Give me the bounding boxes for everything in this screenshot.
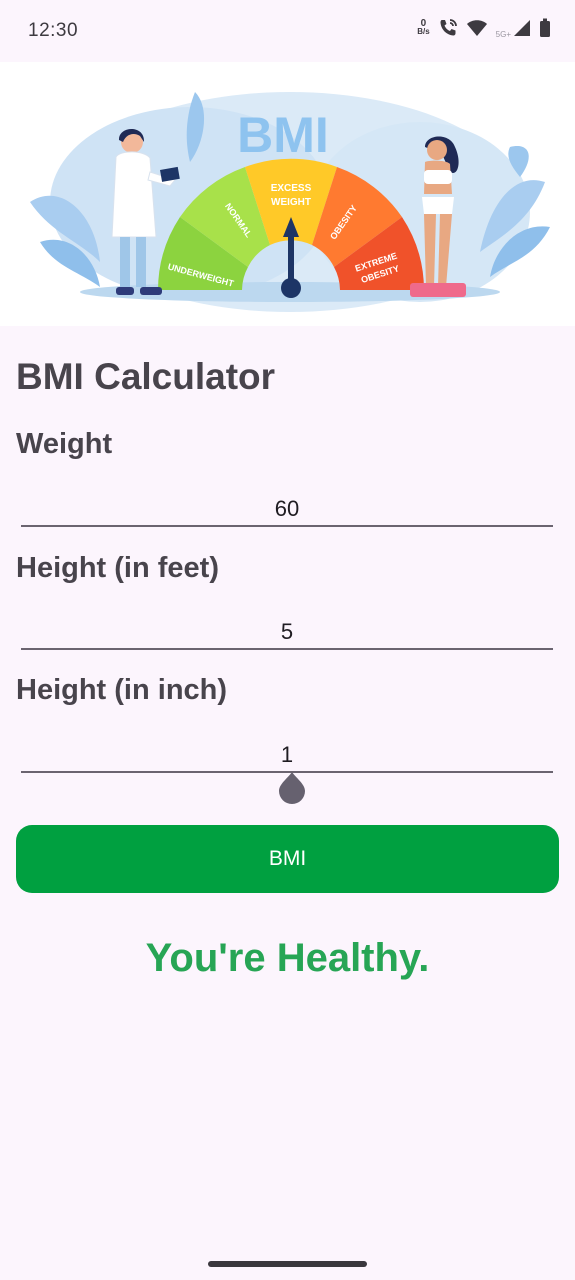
- cellular-signal-icon: [514, 20, 530, 36]
- height-inch-input[interactable]: [21, 733, 553, 771]
- gauge-label-excess-2: WEIGHT: [271, 197, 311, 208]
- page-title: BMI Calculator: [16, 356, 276, 397]
- height-inch-field[interactable]: [21, 733, 553, 773]
- bmi-banner-illustration: BMI UNDERWEIGHT NORMAL EXCESS WEIGHT OBE…: [0, 62, 575, 326]
- battery-icon: [540, 18, 550, 37]
- network-speed-indicator: 0 B/s: [417, 18, 430, 36]
- status-bar: 12:30 0 B/s 5G+: [0, 0, 575, 62]
- height-inch-label: Height (in inch): [16, 674, 228, 706]
- status-icons: 0 B/s 5G+: [417, 18, 551, 39]
- height-feet-field[interactable]: [21, 610, 553, 650]
- gesture-nav-handle[interactable]: [208, 1261, 367, 1267]
- weight-input[interactable]: [21, 487, 553, 525]
- wifi-calling-icon: [440, 19, 457, 36]
- banner-title: BMI: [237, 107, 329, 163]
- text-cursor-handle[interactable]: [278, 770, 306, 804]
- network-type-label: 5G+: [495, 29, 511, 39]
- result-message: You're Healthy.: [145, 936, 430, 980]
- weight-field[interactable]: [21, 487, 553, 527]
- height-feet-input[interactable]: [21, 610, 553, 648]
- height-feet-label: Height (in feet): [16, 552, 219, 584]
- status-time: 12:30: [28, 20, 79, 41]
- weight-label: Weight: [16, 428, 113, 460]
- gauge-label-excess-1: EXCESS: [271, 183, 312, 194]
- wifi-icon: [466, 20, 487, 36]
- calculate-bmi-button[interactable]: BMI: [16, 825, 559, 893]
